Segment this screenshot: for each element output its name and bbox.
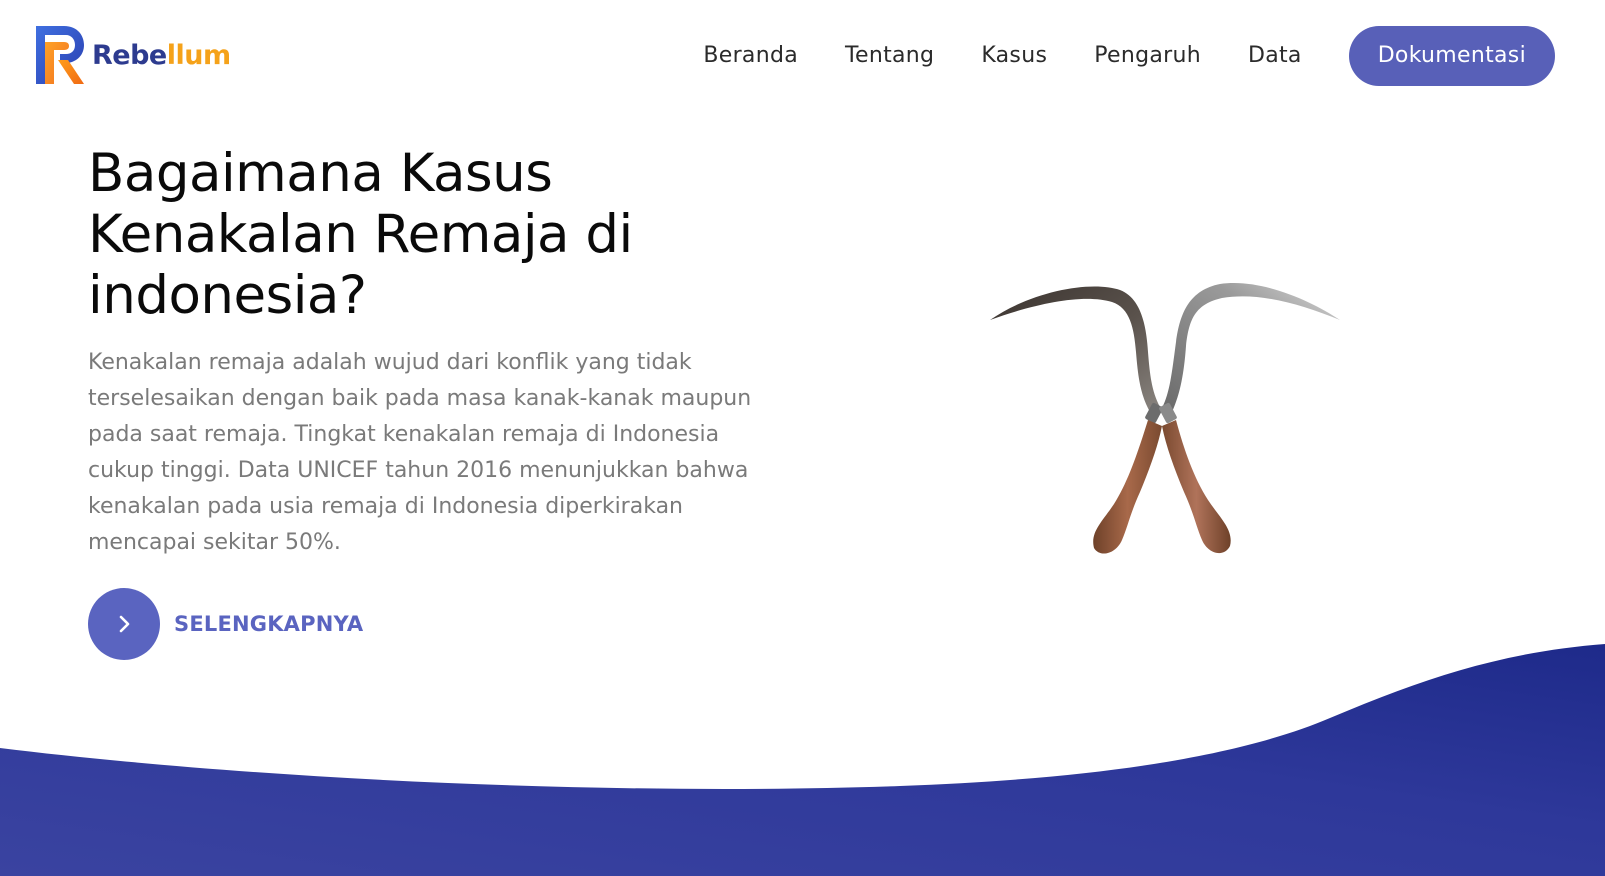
- chevron-right-icon: [119, 615, 130, 633]
- hero-title: Bagaimana Kasus Kenakalan Remaja di indo…: [88, 143, 633, 326]
- nav-item-tentang[interactable]: Tentang: [845, 26, 934, 86]
- main-nav: Beranda Tentang Kasus Pengaruh Data Doku…: [703, 26, 1555, 86]
- nav-item-data[interactable]: Data: [1248, 26, 1302, 86]
- rebellum-logo-icon: [36, 26, 84, 84]
- hero-description: Kenakalan remaja adalah wujud dari konfl…: [88, 350, 752, 555]
- page: Rebellum Beranda Tentang Kasus Pengaruh …: [0, 0, 1605, 876]
- bottom-wave-decoration: [0, 644, 1605, 876]
- crossed-sickles-illustration: [990, 282, 1340, 554]
- nav-item-pengaruh[interactable]: Pengaruh: [1094, 26, 1201, 86]
- nav-item-beranda[interactable]: Beranda: [703, 26, 798, 86]
- brand-name: Rebellum: [92, 40, 231, 71]
- brand-name-part1: Rebe: [92, 39, 167, 71]
- brand-name-part2: llum: [166, 39, 231, 71]
- selengkapnya-label: SELENGKAPNYA: [174, 612, 364, 636]
- dokumentasi-button[interactable]: Dokumentasi: [1348, 26, 1555, 86]
- site-header: Rebellum Beranda Tentang Kasus Pengaruh …: [0, 0, 1605, 110]
- nav-item-kasus[interactable]: Kasus: [981, 26, 1047, 86]
- brand-logo-link[interactable]: Rebellum: [34, 24, 231, 86]
